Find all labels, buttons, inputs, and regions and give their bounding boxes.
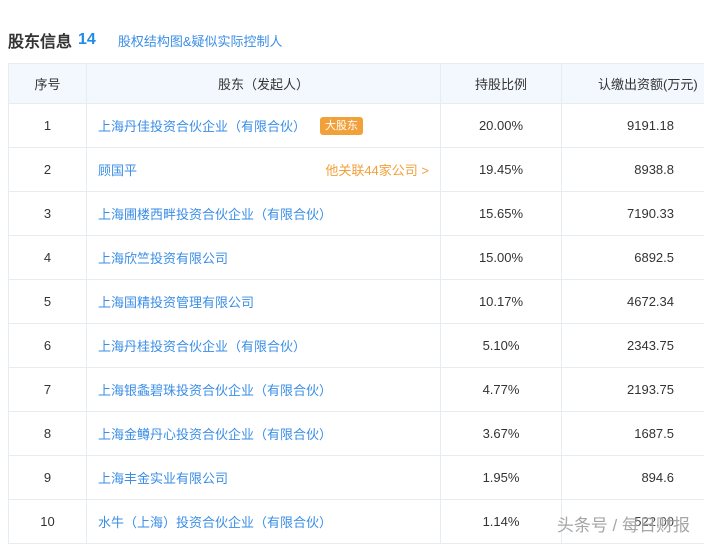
table-row: 2 顾国平 他关联44家公司 > 19.45% 8938.8 <box>9 148 704 192</box>
shareholder-cell: 上海金鳟丹心投资合伙企业（有限合伙） <box>87 412 441 456</box>
equity-structure-link[interactable]: 股权结构图&疑似实际控制人 <box>118 31 283 50</box>
amount-cell: 2343.75 <box>562 324 704 368</box>
percentage-cell: 19.45% <box>441 148 562 192</box>
percentage-cell: 4.77% <box>441 368 562 412</box>
shareholder-name-link[interactable]: 上海银螽碧珠投资合伙企业（有限合伙） <box>98 380 332 399</box>
shareholder-cell: 上海丹桂投资合伙企业（有限合伙） <box>87 324 441 368</box>
amount-cell: 7190.33 <box>562 192 704 236</box>
shareholder-cell: 上海圃楼西畔投资合伙企业（有限合伙） <box>87 192 441 236</box>
related-companies-link[interactable]: 他关联44家公司 > <box>325 160 429 179</box>
table-row: 3 上海圃楼西畔投资合伙企业（有限合伙） 15.65% 7190.33 <box>9 192 704 236</box>
major-shareholder-badge: 大股东 <box>320 116 364 135</box>
column-header-percentage: 持股比例 <box>441 64 562 104</box>
row-index: 9 <box>9 456 87 500</box>
shareholder-name-link[interactable]: 上海金鳟丹心投资合伙企业（有限合伙） <box>98 424 332 443</box>
row-index: 5 <box>9 280 87 324</box>
percentage-cell: 20.00% <box>441 104 562 148</box>
section-title: 股东信息 <box>8 34 73 51</box>
table-header-row: 序号 股东（发起人） 持股比例 认缴出资额(万元) <box>9 64 704 104</box>
shareholder-table: 序号 股东（发起人） 持股比例 认缴出资额(万元) 1 上海丹佳投资合伙企业（有限… <box>8 63 704 544</box>
row-index: 4 <box>9 236 87 280</box>
row-index: 6 <box>9 324 87 368</box>
row-index: 10 <box>9 500 87 544</box>
amount-cell: 894.6 <box>562 456 704 500</box>
shareholder-name-link[interactable]: 上海丹桂投资合伙企业（有限合伙） <box>98 336 306 355</box>
watermark: 头条号 / 每日财报 <box>556 516 690 535</box>
section-header: 股东信息 14 股权结构图&疑似实际控制人 <box>8 28 282 52</box>
shareholder-cell: 上海丰金实业有限公司 <box>87 456 441 500</box>
row-index: 1 <box>9 104 87 148</box>
row-index: 2 <box>9 148 87 192</box>
table-row: 6 上海丹桂投资合伙企业（有限合伙） 5.10% 2343.75 <box>9 324 704 368</box>
shareholder-cell: 上海国精投资管理有限公司 <box>87 280 441 324</box>
column-header-shareholder: 股东（发起人） <box>87 64 441 104</box>
percentage-cell: 1.95% <box>441 456 562 500</box>
table-row: 7 上海银螽碧珠投资合伙企业（有限合伙） 4.77% 2193.75 <box>9 368 704 412</box>
row-index: 8 <box>9 412 87 456</box>
table-row: 4 上海欣竺投资有限公司 15.00% 6892.5 <box>9 236 704 280</box>
row-index: 3 <box>9 192 87 236</box>
shareholder-name-link[interactable]: 上海圃楼西畔投资合伙企业（有限合伙） <box>98 204 332 223</box>
shareholder-name-link[interactable]: 上海丰金实业有限公司 <box>98 468 228 487</box>
shareholder-count: 14 <box>78 31 96 48</box>
table-row: 1 上海丹佳投资合伙企业（有限合伙） 大股东 20.00% 9191.18 <box>9 104 704 148</box>
shareholder-name-link[interactable]: 水牛（上海）投资合伙企业（有限合伙） <box>98 512 332 531</box>
percentage-cell: 3.67% <box>441 412 562 456</box>
table-row: 9 上海丰金实业有限公司 1.95% 894.6 <box>9 456 704 500</box>
amount-cell: 1687.5 <box>562 412 704 456</box>
shareholder-name-link[interactable]: 上海丹佳投资合伙企业（有限合伙） <box>98 116 306 135</box>
shareholder-name-link[interactable]: 顾国平 <box>98 160 137 179</box>
percentage-cell: 5.10% <box>441 324 562 368</box>
percentage-cell: 10.17% <box>441 280 562 324</box>
amount-cell: 8938.8 <box>562 148 704 192</box>
shareholder-cell: 顾国平 他关联44家公司 > <box>87 148 441 192</box>
amount-cell: 6892.5 <box>562 236 704 280</box>
column-header-amount: 认缴出资额(万元) <box>562 64 704 104</box>
percentage-cell: 15.65% <box>441 192 562 236</box>
shareholder-cell: 水牛（上海）投资合伙企业（有限合伙） <box>87 500 441 544</box>
percentage-cell: 1.14% <box>441 500 562 544</box>
column-header-index: 序号 <box>9 64 87 104</box>
shareholder-cell: 上海欣竺投资有限公司 <box>87 236 441 280</box>
shareholder-cell: 上海丹佳投资合伙企业（有限合伙） 大股东 <box>87 104 441 148</box>
row-index: 7 <box>9 368 87 412</box>
amount-cell: 9191.18 <box>562 104 704 148</box>
table-row: 8 上海金鳟丹心投资合伙企业（有限合伙） 3.67% 1687.5 <box>9 412 704 456</box>
shareholder-cell: 上海银螽碧珠投资合伙企业（有限合伙） <box>87 368 441 412</box>
amount-cell: 4672.34 <box>562 280 704 324</box>
shareholder-name-link[interactable]: 上海欣竺投资有限公司 <box>98 248 228 267</box>
amount-cell: 2193.75 <box>562 368 704 412</box>
shareholder-name-link[interactable]: 上海国精投资管理有限公司 <box>98 292 254 311</box>
table-row: 5 上海国精投资管理有限公司 10.17% 4672.34 <box>9 280 704 324</box>
percentage-cell: 15.00% <box>441 236 562 280</box>
